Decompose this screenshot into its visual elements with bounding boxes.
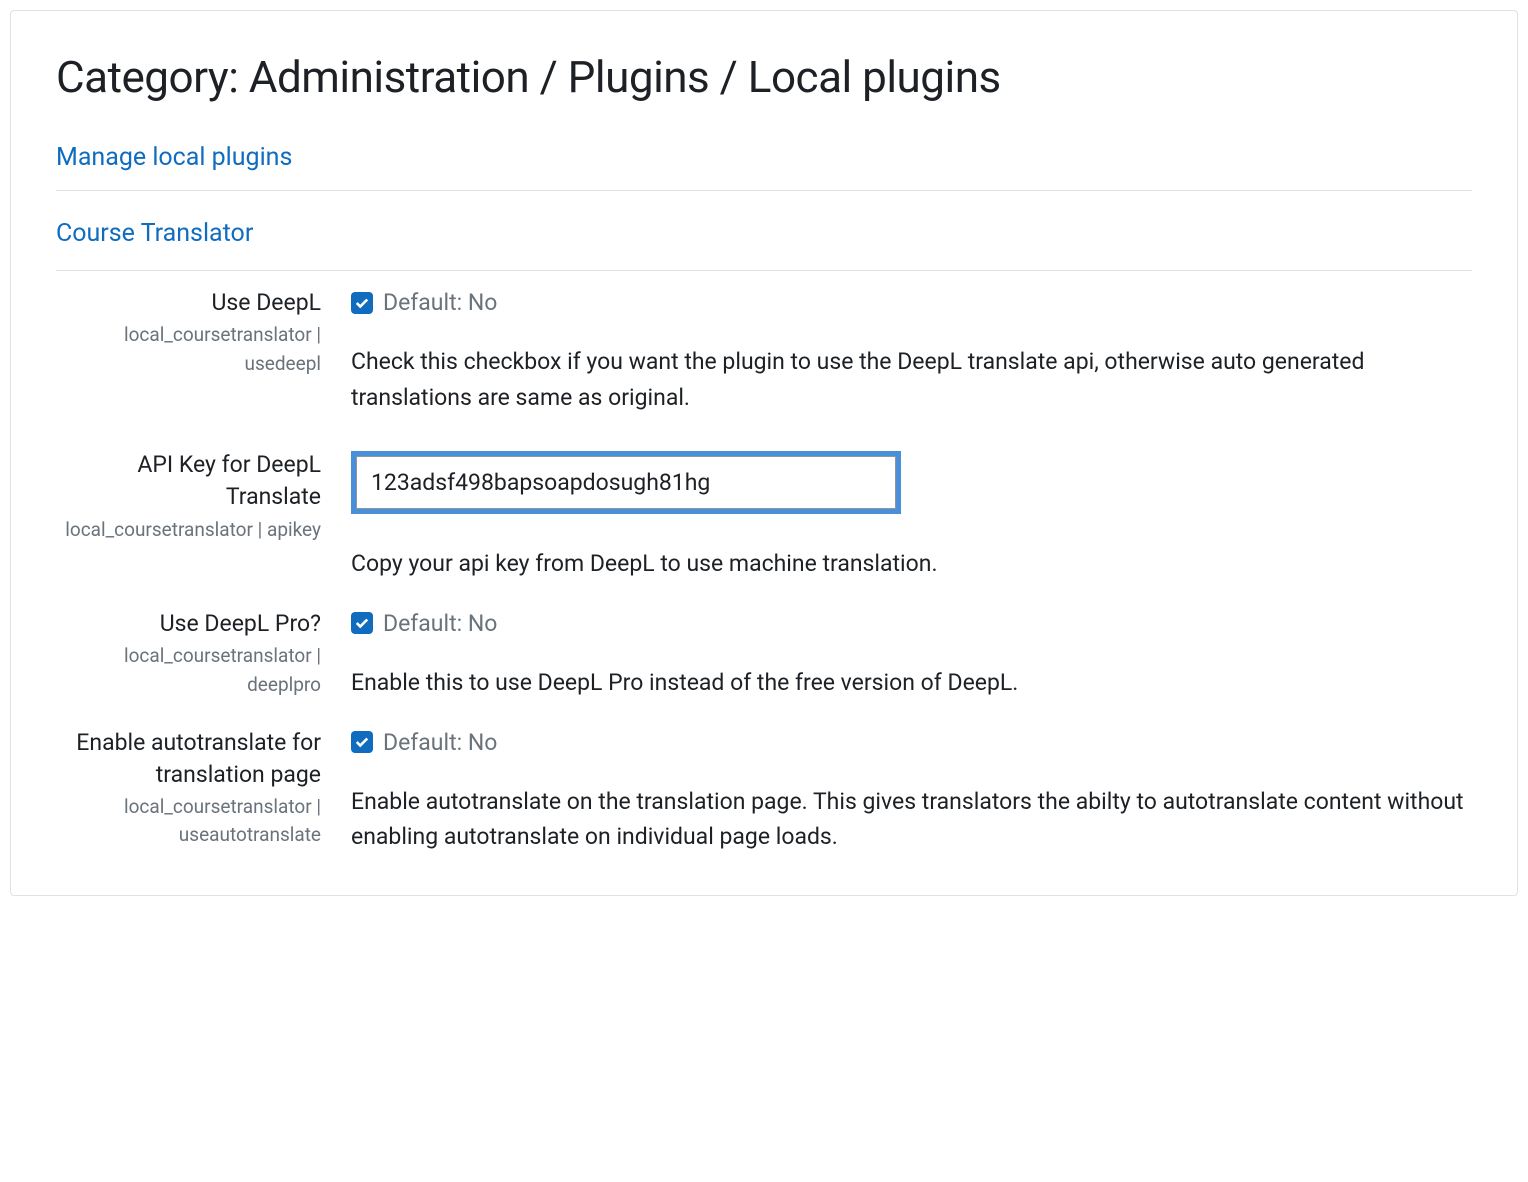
setting-control: Default: No Enable this to use DeepL Pro… — [351, 608, 1472, 711]
setting-label: API Key for DeepL Translate local_course… — [56, 449, 351, 544]
setting-row-autotranslate: Enable autotranslate for translation pag… — [56, 711, 1472, 865]
default-text: Default: No — [383, 610, 497, 637]
setting-label-text: API Key for DeepL Translate — [56, 449, 321, 513]
setting-label-text: Use DeepL — [56, 287, 321, 319]
setting-control: Default: No Enable autotranslate on the … — [351, 727, 1472, 865]
manage-local-plugins-link[interactable]: Manage local plugins — [56, 143, 1472, 190]
setting-row-deeplpro: Use DeepL Pro? local_coursetranslator | … — [56, 592, 1472, 711]
check-icon — [355, 616, 369, 630]
apikey-input[interactable] — [356, 456, 896, 509]
checkbox-wrapper: Default: No — [351, 729, 1472, 756]
setting-label-text: Use DeepL Pro? — [56, 608, 321, 640]
setting-description: Copy your api key from DeepL to use mach… — [351, 546, 1472, 592]
setting-label-id: local_coursetranslator | deeplpro — [56, 642, 321, 699]
setting-label: Use DeepL Pro? local_coursetranslator | … — [56, 608, 351, 699]
usedeepl-checkbox[interactable] — [351, 292, 373, 314]
setting-label-text: Enable autotranslate for translation pag… — [56, 727, 321, 791]
setting-description: Enable autotranslate on the translation … — [351, 784, 1472, 865]
checkbox-wrapper: Default: No — [351, 610, 1472, 637]
default-text: Default: No — [383, 729, 497, 756]
default-text: Default: No — [383, 289, 497, 316]
autotranslate-checkbox[interactable] — [351, 731, 373, 753]
setting-description: Enable this to use DeepL Pro instead of … — [351, 665, 1472, 711]
check-icon — [355, 735, 369, 749]
checkbox-wrapper: Default: No — [351, 289, 1472, 316]
setting-label: Enable autotranslate for translation pag… — [56, 727, 351, 850]
setting-row-usedeepl: Use DeepL local_coursetranslator | usede… — [56, 271, 1472, 425]
course-translator-link[interactable]: Course Translator — [56, 191, 1472, 270]
setting-row-apikey: API Key for DeepL Translate local_course… — [56, 425, 1472, 592]
page-title: Category: Administration / Plugins / Loc… — [56, 51, 1472, 103]
setting-label-id: local_coursetranslator | usedeepl — [56, 321, 321, 378]
deeplpro-checkbox[interactable] — [351, 612, 373, 634]
setting-label-id: local_coursetranslator | useautotranslat… — [56, 793, 321, 850]
setting-label-id: local_coursetranslator | apikey — [56, 516, 321, 545]
setting-control: Default: No Check this checkbox if you w… — [351, 287, 1472, 425]
settings-panel: Category: Administration / Plugins / Loc… — [10, 10, 1518, 896]
setting-description: Check this checkbox if you want the plug… — [351, 344, 1472, 425]
setting-control: Copy your api key from DeepL to use mach… — [351, 449, 1472, 592]
setting-label: Use DeepL local_coursetranslator | usede… — [56, 287, 351, 378]
apikey-input-wrapper — [351, 451, 901, 514]
check-icon — [355, 296, 369, 310]
